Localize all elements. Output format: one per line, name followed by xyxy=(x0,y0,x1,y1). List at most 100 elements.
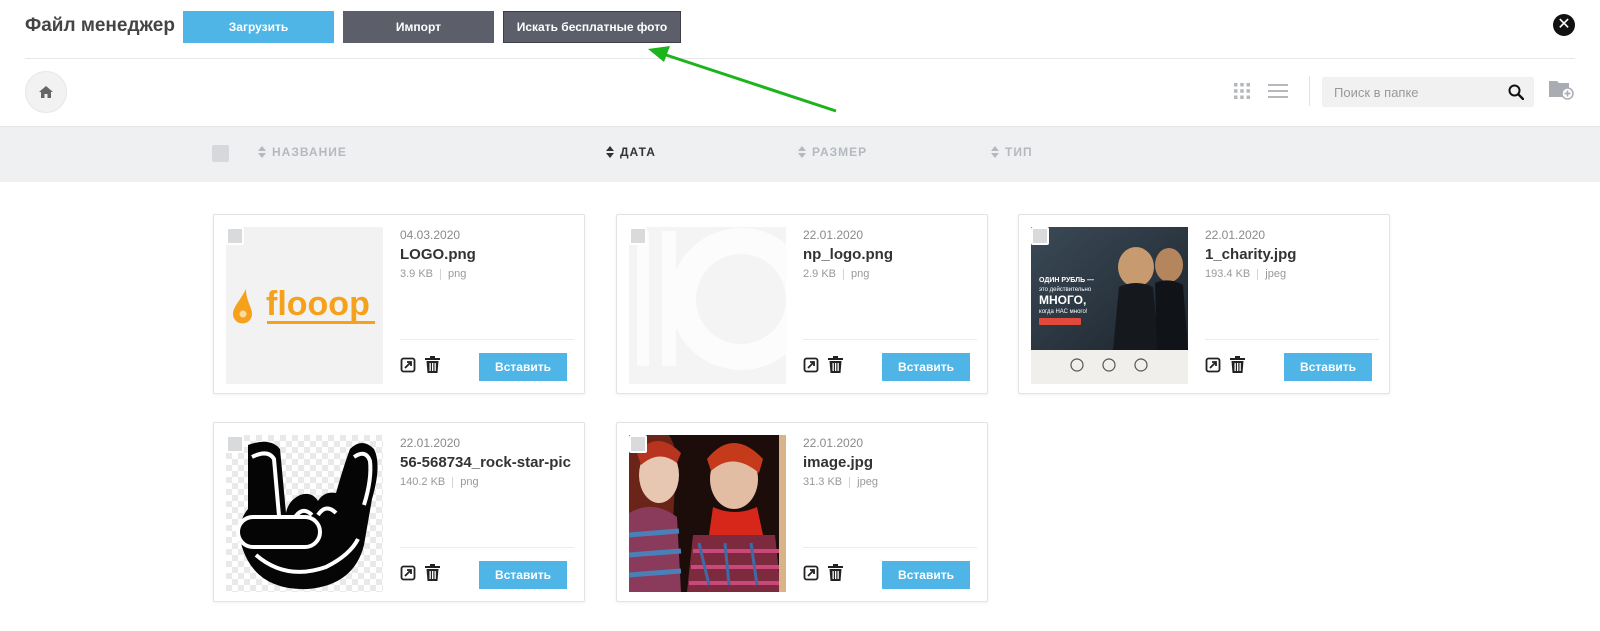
file-meta: 22.01.2020 1_charity.jpg 193.4 KB jpeg xyxy=(1205,228,1380,280)
search-free-photos-button[interactable]: Искать бесплатные фото xyxy=(503,11,681,43)
file-info: 31.3 KB jpeg xyxy=(803,476,978,488)
file-meta: 04.03.2020 LOGO.png 3.9 KB png xyxy=(400,228,575,280)
card-divider xyxy=(1205,339,1379,340)
search-box xyxy=(1322,77,1534,107)
rock-hand-image xyxy=(236,441,378,590)
file-card[interactable]: 22.01.2020 56-568734_rock-star-pic 140.2… xyxy=(213,422,585,602)
file-thumbnail xyxy=(629,435,786,592)
file-size: 193.4 KB xyxy=(1205,268,1251,280)
file-type: png xyxy=(448,268,467,280)
insert-button[interactable]: Вставить xyxy=(479,561,567,589)
file-card[interactable]: flooop 04.03.2020 LOGO.png 3.9 KB png Вс… xyxy=(213,214,585,394)
trash-icon[interactable] xyxy=(828,356,843,373)
card-divider xyxy=(803,547,977,548)
list-view-icon[interactable] xyxy=(1268,84,1288,98)
open-external-icon[interactable] xyxy=(803,357,819,373)
card-divider xyxy=(400,339,574,340)
np-logo-image xyxy=(637,228,786,370)
open-external-icon[interactable] xyxy=(1205,357,1221,373)
open-external-icon[interactable] xyxy=(400,565,416,581)
file-size: 3.9 KB xyxy=(400,268,434,280)
column-label-name: НАЗВАНИЕ xyxy=(272,145,347,159)
sort-by-type[interactable]: ТИП xyxy=(991,145,1033,159)
file-thumbnail xyxy=(629,227,786,384)
insert-button[interactable]: Вставить xyxy=(882,561,970,589)
trash-icon[interactable] xyxy=(425,564,440,581)
file-checkbox[interactable] xyxy=(629,227,647,245)
file-info: 193.4 KB jpeg xyxy=(1205,268,1380,280)
file-name: 56-568734_rock-star-pic xyxy=(400,454,571,471)
file-thumbnail xyxy=(226,435,383,592)
header-divider xyxy=(25,58,1575,59)
sort-by-date[interactable]: ДАТА xyxy=(606,145,656,159)
trash-icon[interactable] xyxy=(1230,356,1245,373)
new-folder-icon[interactable] xyxy=(1548,78,1574,100)
file-size: 2.9 KB xyxy=(803,268,837,280)
file-thumbnail: flooop xyxy=(226,227,383,384)
arrow-shaft xyxy=(659,51,837,113)
file-name: 1_charity.jpg xyxy=(1205,246,1297,263)
insert-button[interactable]: Вставить xyxy=(882,353,970,381)
file-size: 140.2 KB xyxy=(400,476,446,488)
svg-text:когда НАС много!: когда НАС много! xyxy=(1039,309,1088,315)
svg-text:это действительно: это действительно xyxy=(1039,286,1092,293)
file-size: 31.3 KB xyxy=(803,476,843,488)
file-card[interactable]: ОДИН РУБЛЬ — это действительно МНОГО, ко… xyxy=(1018,214,1390,394)
file-checkbox[interactable] xyxy=(226,227,244,245)
file-date: 22.01.2020 xyxy=(803,436,864,450)
open-external-icon[interactable] xyxy=(803,565,819,581)
svg-text:ОДИН РУБЛЬ —: ОДИН РУБЛЬ — xyxy=(1039,277,1094,284)
sort-by-size[interactable]: РАЗМЕР xyxy=(798,145,867,159)
insert-button[interactable]: Вставить xyxy=(1284,353,1372,381)
file-checkbox[interactable] xyxy=(1031,227,1049,245)
charity-image: ОДИН РУБЛЬ — это действительно МНОГО, ко… xyxy=(1031,227,1188,384)
file-info: 3.9 KB png xyxy=(400,268,575,280)
upload-button[interactable]: Загрузить xyxy=(183,11,334,43)
file-meta: 22.01.2020 image.jpg 31.3 KB jpeg xyxy=(803,436,978,488)
file-card[interactable]: 22.01.2020 np_logo.png 2.9 KB png Встави… xyxy=(616,214,988,394)
open-external-icon[interactable] xyxy=(400,357,416,373)
import-button[interactable]: Импорт xyxy=(343,11,494,43)
file-type: jpeg xyxy=(857,476,878,488)
column-label-date: ДАТА xyxy=(620,145,656,159)
file-info: 140.2 KB png xyxy=(400,476,575,488)
search-input[interactable] xyxy=(1322,77,1502,107)
portrait-photo xyxy=(629,435,786,592)
search-icon[interactable] xyxy=(1508,84,1524,100)
file-type: png xyxy=(851,268,870,280)
file-name: np_logo.png xyxy=(803,246,893,263)
card-divider xyxy=(803,339,977,340)
column-label-type: ТИП xyxy=(1005,145,1033,159)
grid-view-icon[interactable] xyxy=(1234,83,1250,99)
close-icon[interactable]: ✕ xyxy=(1553,14,1575,36)
sort-icon xyxy=(606,146,614,158)
trash-icon[interactable] xyxy=(425,356,440,373)
file-card[interactable]: 22.01.2020 image.jpg 31.3 KB jpeg Встави… xyxy=(616,422,988,602)
file-meta: 22.01.2020 56-568734_rock-star-pic 140.2… xyxy=(400,436,575,488)
file-type: jpeg xyxy=(1265,268,1287,280)
file-thumbnail: ОДИН РУБЛЬ — это действительно МНОГО, ко… xyxy=(1031,227,1188,384)
column-label-size: РАЗМЕР xyxy=(812,145,868,159)
trash-icon[interactable] xyxy=(828,564,843,581)
sort-icon xyxy=(991,146,999,158)
select-all-checkbox[interactable] xyxy=(212,145,229,162)
file-info: 2.9 KB png xyxy=(803,268,978,280)
file-date: 04.03.2020 xyxy=(400,228,461,242)
file-date: 22.01.2020 xyxy=(1205,228,1266,242)
insert-button[interactable]: Вставить xyxy=(479,353,567,381)
file-meta: 22.01.2020 np_logo.png 2.9 KB png xyxy=(803,228,978,280)
sort-by-name[interactable]: НАЗВАНИЕ xyxy=(258,145,347,159)
file-name: image.jpg xyxy=(803,454,874,471)
flooop-logo-image: flooop xyxy=(233,285,375,324)
home-button[interactable] xyxy=(25,71,67,113)
home-icon xyxy=(39,86,53,98)
sort-icon xyxy=(258,146,266,158)
file-name: LOGO.png xyxy=(400,246,476,263)
file-date: 22.01.2020 xyxy=(803,228,864,242)
app-title: Файл менеджер xyxy=(25,15,175,36)
toolbar-separator xyxy=(1309,76,1310,106)
file-date: 22.01.2020 xyxy=(400,436,461,450)
file-type: png xyxy=(460,476,479,488)
file-checkbox[interactable] xyxy=(629,435,647,453)
file-checkbox[interactable] xyxy=(226,435,244,453)
